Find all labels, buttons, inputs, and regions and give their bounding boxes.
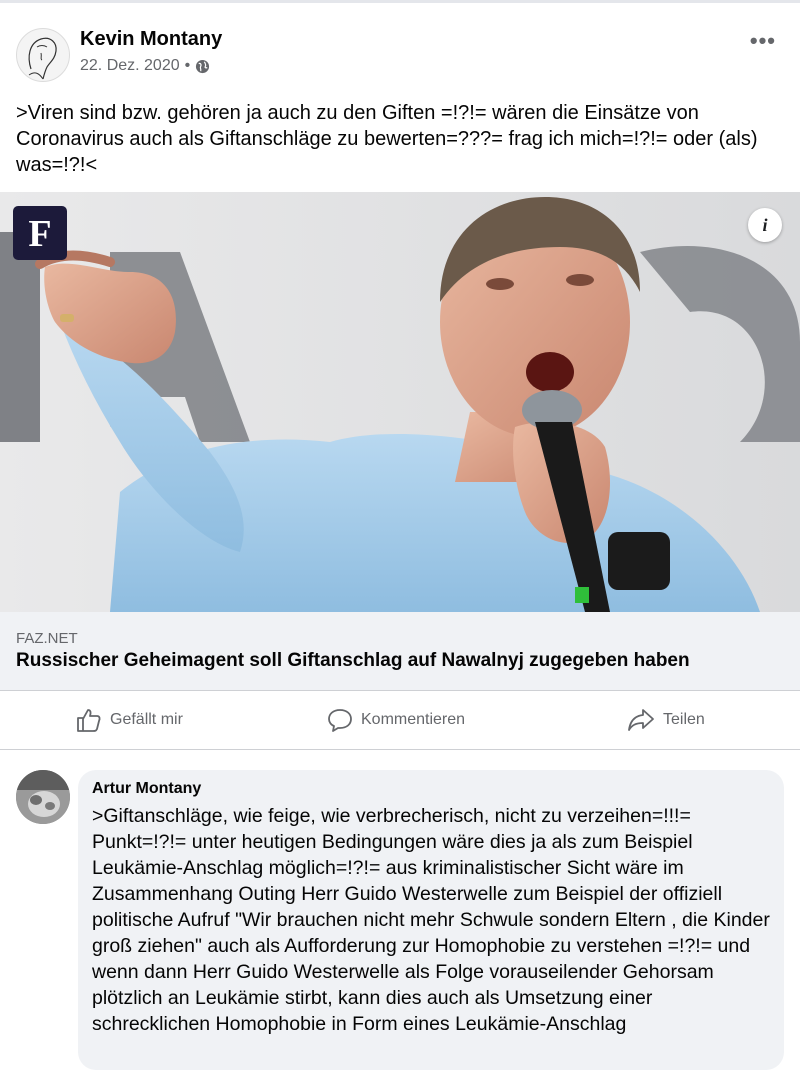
author-avatar[interactable] bbox=[16, 28, 70, 82]
post-actions-bar: Gefällt mir Kommentieren Teilen bbox=[0, 690, 800, 750]
commenter-avatar[interactable] bbox=[16, 770, 70, 824]
post-date[interactable]: 22. Dez. 2020 bbox=[80, 57, 180, 75]
comment-label: Kommentieren bbox=[361, 711, 466, 728]
cat-photo-icon bbox=[16, 770, 70, 824]
faz-logo: F bbox=[13, 206, 67, 260]
comment-text: >Giftanschläge, wie feige, wie verbreche… bbox=[92, 805, 770, 1035]
link-domain: FAZ.NET bbox=[16, 630, 78, 647]
link-preview-image[interactable] bbox=[0, 192, 800, 612]
comment-button[interactable]: Kommentieren bbox=[327, 691, 465, 749]
post-meta: 22. Dez. 2020 • bbox=[80, 57, 210, 75]
comment-bubble: Artur Montany >Giftanschläge, wie feige,… bbox=[78, 770, 784, 1070]
sketch-portrait-icon bbox=[28, 37, 57, 80]
post-author-name[interactable]: Kevin Montany bbox=[80, 28, 222, 51]
top-divider bbox=[0, 0, 800, 3]
comment-icon bbox=[328, 709, 352, 732]
thumbs-up-icon bbox=[77, 709, 101, 732]
news-photo bbox=[0, 192, 800, 612]
faz-logo-letter: F bbox=[28, 213, 51, 255]
share-button[interactable]: Teilen bbox=[627, 691, 705, 749]
globe-icon bbox=[196, 59, 210, 73]
link-title[interactable]: Russischer Geheimagent soll Giftanschlag… bbox=[16, 650, 690, 672]
share-label: Teilen bbox=[663, 711, 705, 728]
post-text: >Viren sind bzw. gehören ja auch zu den … bbox=[16, 102, 758, 176]
more-options-button[interactable]: ••• bbox=[750, 28, 776, 54]
faz-logo-icon: F bbox=[28, 213, 51, 255]
share-icon bbox=[628, 709, 654, 731]
meta-separator: • bbox=[184, 57, 191, 74]
link-preview-card[interactable]: FAZ.NET Russischer Geheimagent soll Gift… bbox=[0, 612, 800, 690]
comment-author-name[interactable]: Artur Montany bbox=[92, 780, 201, 798]
like-button[interactable]: Gefällt mir bbox=[76, 691, 183, 749]
info-button[interactable]: i bbox=[748, 208, 782, 242]
like-label: Gefällt mir bbox=[110, 711, 183, 728]
post-header: Kevin Montany 22. Dez. 2020 • ••• bbox=[0, 22, 800, 82]
